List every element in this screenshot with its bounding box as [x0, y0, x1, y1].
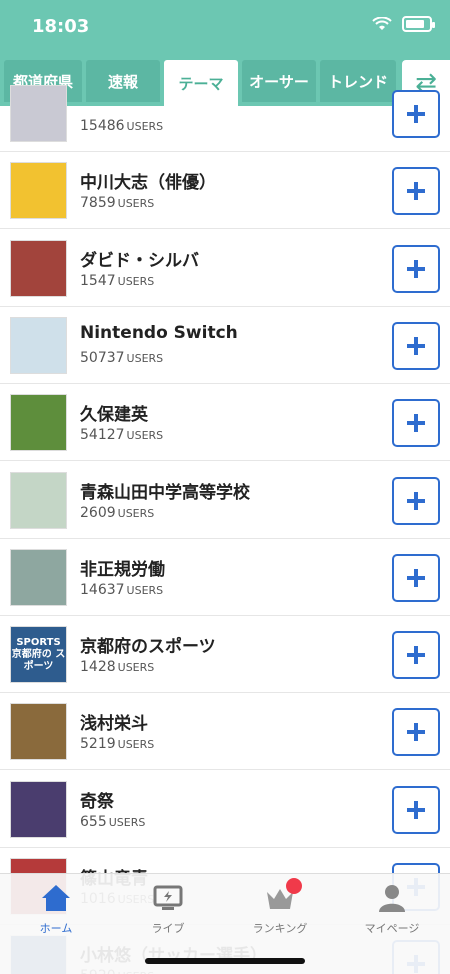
nav-ranking-label: ランキング [252, 922, 308, 935]
user-count-value: 5219 [80, 736, 116, 753]
follow-button[interactable] [392, 321, 440, 370]
wifi-icon [372, 17, 392, 30]
user-count-unit: USERS [126, 120, 164, 133]
user-count: 54127 USERS [80, 427, 163, 443]
user-count: 14637 USERS [80, 582, 163, 598]
status-bar: 18:03 [0, 0, 450, 56]
theme-row[interactable]: 青森山田中学高等学校 2609 USERS [0, 462, 450, 539]
theme-row[interactable]: 非正規労働 14637 USERS [0, 539, 450, 616]
plus-icon [407, 414, 425, 433]
user-icon [379, 885, 405, 912]
plus-icon [407, 646, 425, 665]
nav-live[interactable]: ライブ [112, 882, 224, 942]
user-count: 15486 USERS [80, 118, 163, 134]
plus-icon [407, 182, 425, 201]
user-count-unit: USERS [117, 661, 155, 675]
user-count-value: 54127 [80, 427, 125, 444]
nav-home-label: ホーム [39, 922, 73, 935]
user-count-unit: USERS [126, 351, 164, 365]
notification-badge [286, 878, 302, 894]
theme-row[interactable]: 奇祭 655 USERS [0, 771, 450, 848]
live-tv-icon [153, 885, 183, 910]
user-count: 1547 USERS [80, 273, 154, 289]
soccer-ball-thumbnail [10, 394, 67, 452]
theme-name[interactable]: 奇祭 [80, 787, 114, 812]
status-icons [372, 16, 435, 32]
theme-row[interactable]: SPORTS 京都府の スポーツ 京都府のスポーツ 1428 USERS [0, 616, 450, 694]
user-count: 5219 USERS [80, 736, 154, 752]
follow-button[interactable] [392, 244, 440, 293]
user-count-value: 2609 [80, 504, 116, 521]
home-indicator [145, 958, 305, 964]
festival-thumbnail [10, 780, 67, 838]
user-count-unit: USERS [117, 738, 155, 752]
game-console-thumbnail [10, 316, 67, 374]
soccer-player-thumbnail [10, 239, 67, 297]
theme-name[interactable]: Nintendo Switch [80, 323, 238, 343]
status-time: 18:03 [32, 16, 90, 37]
user-count: 2609 USERS [80, 505, 154, 521]
user-count-unit: USERS [117, 197, 155, 211]
theme-row[interactable]: 浅村栄斗 5219 USERS [0, 693, 450, 771]
theme-row[interactable]: 久保建英 54127 USERS [0, 384, 450, 462]
theme-name[interactable]: 青森山田中学高等学校 [80, 478, 250, 503]
plus-icon [407, 800, 425, 819]
user-count: 1428 USERS [80, 659, 154, 675]
nav-home[interactable]: ホーム [0, 882, 112, 942]
nav-live-label: ライブ [151, 922, 185, 935]
user-count: 50737 USERS [80, 350, 163, 366]
theme-row[interactable]: ダビド・シルバ 1547 USERS [0, 230, 450, 307]
user-count-value: 1428 [80, 659, 116, 676]
user-count: 655 USERS [80, 814, 145, 830]
theme-name[interactable]: 浅村栄斗 [80, 709, 148, 734]
user-count-value: 14637 [80, 581, 125, 598]
follow-button[interactable] [392, 399, 440, 448]
theme-name[interactable]: 中川大志（俳優） [80, 168, 216, 193]
user-count-unit: USERS [108, 815, 146, 829]
user-count: 7859 USERS [80, 195, 154, 211]
theme-row[interactable]: 15486 USERS [0, 75, 450, 152]
plus-icon [407, 259, 425, 278]
plus-icon [407, 491, 425, 510]
plus-icon [407, 723, 425, 742]
follow-button[interactable] [392, 167, 440, 216]
follow-button[interactable] [392, 553, 440, 602]
nav-mypage-label: マイページ [364, 922, 420, 935]
baseball-glove-thumbnail [10, 703, 67, 761]
user-count-value: 655 [80, 813, 107, 830]
home-icon [42, 885, 70, 911]
theme-name[interactable]: ダビド・シルバ [80, 246, 199, 271]
baseball-player-thumbnail [10, 85, 67, 142]
user-count-unit: USERS [126, 583, 164, 597]
theme-name[interactable]: 非正規労働 [80, 555, 165, 580]
theme-name[interactable]: 久保建英 [80, 400, 148, 425]
user-count-unit: USERS [126, 429, 164, 443]
plus-icon [407, 336, 425, 355]
user-count-value: 1547 [80, 272, 116, 289]
user-count-value: 15486 [80, 118, 125, 134]
worker-thumbnail [10, 548, 67, 606]
user-count-unit: USERS [117, 506, 155, 520]
follow-button[interactable] [392, 708, 440, 757]
battery-icon [402, 16, 435, 32]
follow-button[interactable] [392, 476, 440, 525]
user-count-value: 7859 [80, 195, 116, 212]
theme-row[interactable]: Nintendo Switch 50737 USERS [0, 307, 450, 384]
clapperboard-thumbnail [10, 162, 67, 220]
nav-ranking[interactable]: ランキング [224, 878, 336, 942]
follow-button[interactable] [392, 631, 440, 680]
theme-row[interactable]: 中川大志（俳優） 7859 USERS [0, 152, 450, 230]
theme-name[interactable]: 京都府のスポーツ [80, 632, 216, 657]
plus-icon [407, 105, 425, 123]
sports-banner-thumbnail: SPORTS 京都府の スポーツ [10, 626, 67, 684]
nav-mypage[interactable]: マイページ [336, 882, 448, 942]
user-count-value: 50737 [80, 349, 125, 366]
follow-button[interactable] [392, 785, 440, 834]
user-count-unit: USERS [117, 274, 155, 288]
follow-button[interactable] [392, 90, 440, 138]
classroom-thumbnail [10, 471, 67, 529]
plus-icon [407, 568, 425, 587]
crown-icon [264, 878, 302, 914]
